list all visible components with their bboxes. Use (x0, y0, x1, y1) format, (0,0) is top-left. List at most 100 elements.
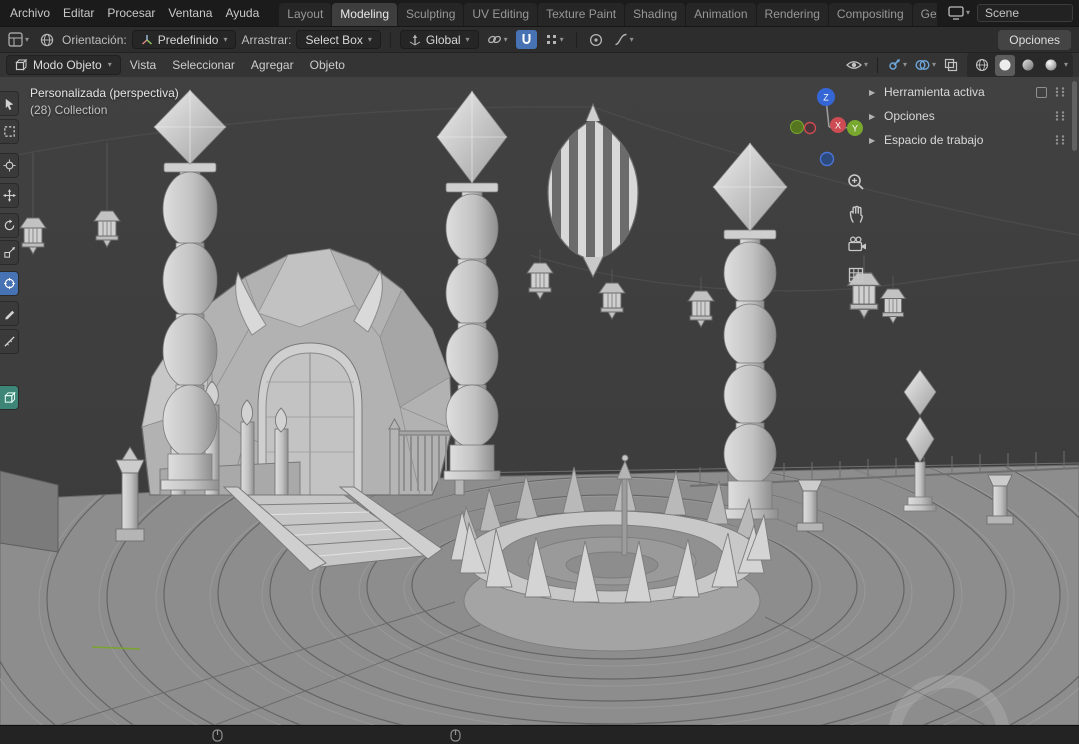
panel-section-workspace[interactable]: ▶ Espacio de trabajo (869, 128, 1067, 152)
overlays-toggle-icon[interactable]: ▾ (912, 56, 939, 75)
status-bar (0, 725, 1079, 744)
axis-neg-y-ball[interactable] (790, 120, 804, 134)
tool-scale[interactable] (0, 240, 19, 265)
orientation-label: Orientación: (62, 32, 127, 47)
panel-section-label: Herramienta activa (884, 85, 985, 99)
magnet-icon[interactable] (515, 30, 537, 49)
ortho-grid-icon[interactable] (845, 264, 867, 286)
link-icon[interactable]: ▾ (484, 30, 511, 49)
scene-selector: ▾ Scene (945, 0, 1073, 26)
workspace-tab-geometry-nodes[interactable]: Geon (912, 3, 937, 26)
xray-icon[interactable] (941, 56, 961, 75)
workspace-tab-rendering[interactable]: Rendering (756, 3, 828, 26)
tool-add-cube[interactable] (0, 385, 19, 410)
tool-select-box[interactable] (0, 119, 19, 144)
options-button[interactable]: Opciones (998, 29, 1071, 50)
tool-transform-active[interactable] (0, 271, 19, 296)
eye-icon[interactable]: ▾ (843, 56, 871, 75)
menu-agregar[interactable]: Agregar (244, 55, 301, 75)
viewport-header-toggles: ▾ ▾ ▾ ▾ (843, 52, 1073, 78)
editor-type-icon[interactable]: ▾ (5, 30, 32, 49)
axis-neg-z-ball[interactable] (819, 151, 835, 167)
zoom-icon[interactable] (845, 171, 867, 193)
drag-grip-icon[interactable] (1053, 110, 1067, 122)
sidebar-panel: ▶ Herramienta activa ▶ Opciones ▶ Espaci… (869, 80, 1067, 152)
panel-section-options[interactable]: ▶ Opciones (869, 104, 1067, 128)
panel-section-label: Espacio de trabajo (884, 133, 984, 147)
menu-seleccionar[interactable]: Seleccionar (165, 55, 242, 75)
tool-measure[interactable] (0, 329, 19, 354)
drag-grip-icon[interactable] (1053, 134, 1067, 146)
workspace-tab-modeling[interactable]: Modeling (332, 3, 397, 26)
divider (389, 31, 391, 48)
camera-icon[interactable] (845, 233, 867, 255)
mode-dropdown[interactable]: Modo Objeto ▾ (6, 55, 121, 75)
chevron-down-icon: ▾ (559, 34, 564, 44)
panel-section-active-tool[interactable]: ▶ Herramienta activa (869, 80, 1067, 104)
screen-icon[interactable]: ▾ (945, 4, 973, 23)
shading-mode-group: ▾ (966, 52, 1073, 78)
tool-move[interactable] (0, 183, 19, 208)
transform-orientation-dropdown[interactable]: Global ▾ (399, 30, 479, 49)
object-mode-icon (15, 59, 27, 71)
menu-vista[interactable]: Vista (123, 55, 163, 75)
axis-z-label: Z (823, 93, 829, 103)
tool-rotate[interactable] (0, 213, 19, 238)
workspace-tab-layout[interactable]: Layout (279, 3, 332, 26)
menu-ventana[interactable]: Ventana (162, 3, 218, 23)
left-toolbar (0, 77, 20, 725)
falloff-curve-icon[interactable]: ▾ (611, 30, 637, 49)
arena-post (621, 476, 628, 556)
drag-label: Arrastrar: (241, 32, 292, 47)
chevron-down-icon: ▾ (965, 8, 970, 17)
shading-solid-icon[interactable] (998, 56, 1012, 75)
workspace-tab-shading[interactable]: Shading (625, 3, 686, 26)
workspace-tab-uv-editing[interactable]: UV Editing (464, 3, 538, 26)
chevron-down-icon: ▾ (863, 60, 868, 69)
chevron-down-icon: ▾ (223, 34, 228, 44)
proportional-circle-icon[interactable] (586, 30, 606, 49)
tool-cursor[interactable] (0, 153, 19, 178)
globe-icon[interactable] (37, 30, 57, 49)
gizmo-toggle-icon[interactable]: ▾ (884, 56, 910, 75)
shading-solid-active-highlight (994, 54, 1015, 76)
menu-procesar[interactable]: Procesar (101, 3, 161, 23)
divider (575, 31, 577, 48)
workspace-tab-animation[interactable]: Animation (686, 3, 756, 26)
workspace-tab-sculpting[interactable]: Sculpting (398, 3, 464, 26)
menu-objeto[interactable]: Objeto (303, 55, 352, 75)
viewport-scene[interactable] (0, 77, 1079, 725)
shading-rendered-icon[interactable] (1041, 56, 1061, 75)
hand-icon[interactable] (845, 202, 867, 224)
tool-annotate[interactable] (0, 301, 19, 326)
menu-archivo[interactable]: Archivo (4, 3, 56, 23)
snap-grid-icon[interactable]: ▾ (542, 30, 567, 49)
scene-name-field[interactable]: Scene (977, 4, 1073, 22)
orientation-value: Predefinido (157, 32, 219, 47)
viewport-scrollbar[interactable] (1072, 81, 1077, 151)
axis-neg-x-ball[interactable] (803, 121, 817, 135)
workspace-tab-texture-paint[interactable]: Texture Paint (538, 3, 625, 26)
chevron-down-icon: ▾ (503, 34, 508, 44)
chevron-down-icon: ▾ (465, 34, 470, 44)
menu-editar[interactable]: Editar (57, 3, 100, 23)
orientation-dropdown[interactable]: Predefinido ▾ (131, 30, 237, 49)
shading-material-icon[interactable] (1018, 56, 1038, 75)
workspace-tab-compositing[interactable]: Compositing (828, 3, 912, 26)
menu-ayuda[interactable]: Ayuda (219, 3, 265, 23)
expand-arrow-icon: ▶ (869, 111, 876, 121)
shading-wireframe-icon[interactable] (972, 56, 992, 75)
viewport-nav-buttons (845, 171, 867, 286)
drag-mode-dropdown[interactable]: Select Box ▾ (296, 30, 381, 49)
divider (876, 57, 878, 73)
axis-x-label: X (835, 121, 841, 131)
panel-thumb-icon (1036, 86, 1047, 98)
tool-tweak-select[interactable] (0, 91, 19, 116)
chevron-down-icon: ▾ (931, 60, 936, 69)
drag-grip-icon[interactable] (1053, 86, 1067, 98)
navigation-gizmo[interactable]: Z X Y (788, 83, 872, 167)
workspace-tabs: Layout Modeling Sculpting UV Editing Tex… (279, 0, 937, 26)
crystal-pillar-2[interactable] (436, 90, 508, 481)
mouse-hint-icon (450, 729, 461, 744)
viewport-3d[interactable]: Personalizada (perspectiva) (28) Collect… (0, 77, 1079, 725)
